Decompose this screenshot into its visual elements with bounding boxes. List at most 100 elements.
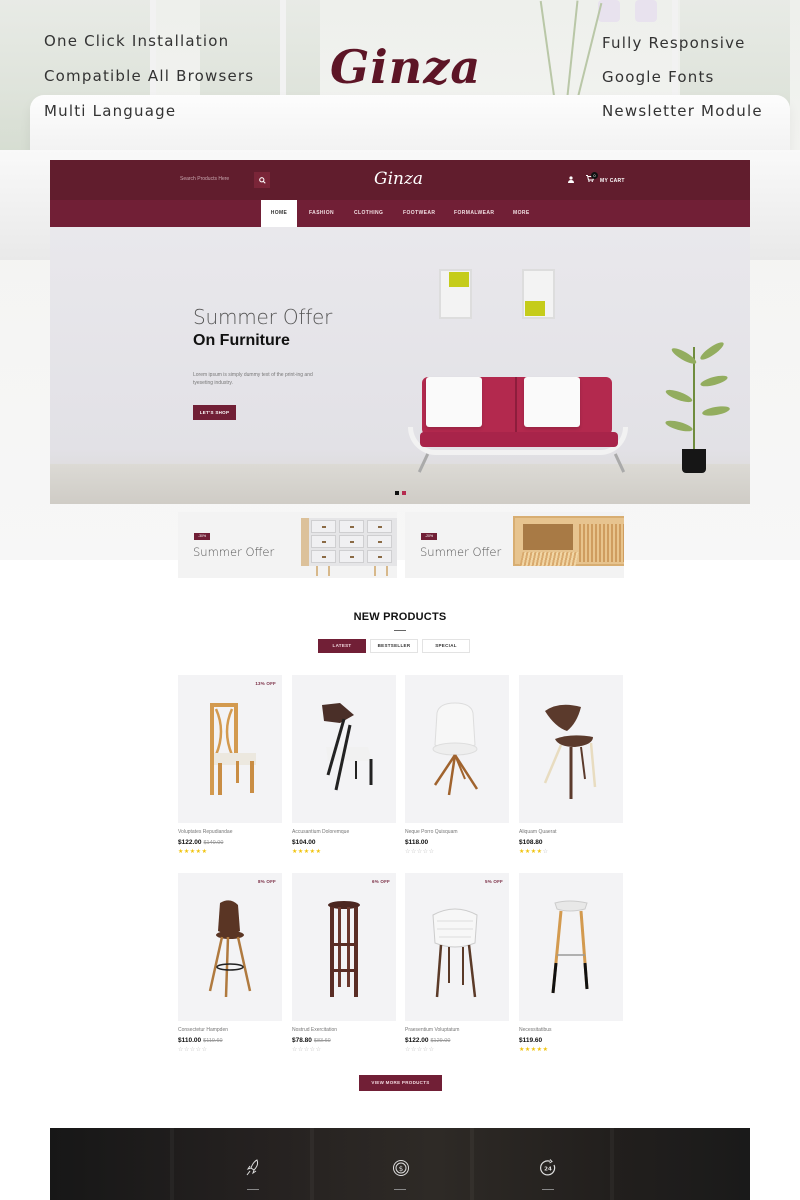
product-card[interactable]: Aliquam Quaerat $108.80 ★★★★☆ xyxy=(519,675,623,856)
product-name[interactable]: Praesentium Voluptatum xyxy=(405,1027,509,1033)
product-card[interactable]: Accusantium Doloremque $104.00 ★★★★★ xyxy=(292,675,396,856)
dresser-leg xyxy=(328,566,330,576)
rating-stars: ★★★★☆ xyxy=(519,848,623,856)
hero-title-light: Summer Offer xyxy=(193,305,333,329)
product-name[interactable]: Neque Porro Quisquam xyxy=(405,829,509,835)
old-price: $140.00 xyxy=(203,840,224,846)
wall-shelf xyxy=(439,269,472,319)
product-name[interactable]: Nostrud Exercitation xyxy=(292,1027,396,1033)
divider xyxy=(247,1189,259,1190)
product-price: $118.00 xyxy=(405,839,509,846)
current-price: $78.80 xyxy=(292,1037,312,1044)
rating-stars: ☆☆☆☆☆ xyxy=(178,1046,282,1054)
lattice-chair-image xyxy=(432,908,478,998)
dresser-leg xyxy=(386,566,388,576)
tab-latest[interactable]: LATEST xyxy=(318,639,366,653)
product-card[interactable]: 6% OFF Nostrud Exercitation $78.80 $83.60… xyxy=(292,873,396,1054)
rating-stars: ★★★★★ xyxy=(292,848,396,856)
current-price: $104.00 xyxy=(292,839,316,846)
star-empty-icon: ☆ xyxy=(542,849,549,855)
old-price: $83.60 xyxy=(313,1038,331,1044)
product-card[interactable]: Necessitatibus $119.60 ★★★★★ xyxy=(519,873,623,1054)
current-price: $119.60 xyxy=(519,1037,543,1044)
hero-slider[interactable]: Summer Offer On Furniture Lorem ipsum is… xyxy=(50,227,750,504)
offer-banner-2[interactable]: -20% Summer Offer xyxy=(405,512,624,578)
product-image[interactable]: 8% OFF xyxy=(178,873,282,1021)
rating-stars: ★★★★★ xyxy=(178,848,282,856)
product-card[interactable]: 13% OFF Voluptates Repudiandae $122.00 $1… xyxy=(178,675,282,856)
star-empty-icon: ☆ xyxy=(428,849,435,855)
view-more-products-button[interactable]: VIEW MORE PRODUCTS xyxy=(359,1075,442,1091)
wooden-chair-image xyxy=(210,703,256,795)
wall-shelf xyxy=(522,269,555,319)
slider-dot-1[interactable] xyxy=(395,491,399,495)
nav-item-formalwear[interactable]: FORMALWEAR xyxy=(454,200,494,227)
bar-chair-image xyxy=(208,900,252,998)
product-price: $122.00 $129.00 xyxy=(405,1037,509,1044)
shell-chair-image xyxy=(432,702,479,796)
product-name[interactable]: Necessitatibus xyxy=(519,1027,623,1033)
feature-left-1: One Click Installation xyxy=(44,32,230,50)
main-nav: HOME FASHION CLOTHING FOOTWEAR FORMALWEA… xyxy=(50,200,750,227)
current-price: $110.00 xyxy=(178,1037,202,1044)
lets-shop-button[interactable]: LET'S SHOP xyxy=(193,405,236,420)
product-image[interactable]: 13% OFF xyxy=(178,675,282,823)
product-name[interactable]: Accusantium Doloremque xyxy=(292,829,396,835)
star-filled-icon: ★ xyxy=(542,1047,549,1053)
tab-special[interactable]: SPECIAL xyxy=(422,639,470,653)
product-card[interactable]: Neque Porro Quisquam $118.00 ☆☆☆☆☆ xyxy=(405,675,509,856)
search-input[interactable]: Search Products Here xyxy=(180,176,229,182)
offer-banners: -30% Summer Offer -20% Summer Offer xyxy=(178,512,624,578)
money-icon: $ xyxy=(391,1158,411,1178)
slider-dot-2[interactable] xyxy=(402,491,406,495)
discount-badge: -30% xyxy=(194,533,210,540)
product-name[interactable]: Aliquam Quaerat xyxy=(519,829,623,835)
current-price: $122.00 xyxy=(405,1037,429,1044)
nav-item-home[interactable]: HOME xyxy=(261,200,297,227)
backdrop-plant xyxy=(565,0,579,111)
nav-item-footwear[interactable]: FOOTWEAR xyxy=(403,200,435,227)
svg-text:$: $ xyxy=(399,1165,403,1173)
discount-label: 5% OFF xyxy=(485,879,503,884)
promo-brand-logo: Ginza xyxy=(330,40,482,94)
star-filled-icon: ★ xyxy=(201,849,208,855)
dresser-leg xyxy=(316,566,318,576)
walnut-chair-image xyxy=(543,704,597,799)
product-card[interactable]: 8% OFF Consectetur Hampden $110.00 $119.6… xyxy=(178,873,282,1054)
product-image[interactable] xyxy=(292,675,396,823)
search-button[interactable] xyxy=(254,172,270,188)
nav-item-fashion[interactable]: FASHION xyxy=(309,200,334,227)
product-tabs: LATEST BESTSELLER SPECIAL xyxy=(318,639,470,653)
product-price: $104.00 xyxy=(292,839,396,846)
divider xyxy=(394,1189,406,1190)
product-name[interactable]: Consectetur Hampden xyxy=(178,1027,282,1033)
modern-chair-image xyxy=(322,703,373,791)
cart-count-badge: 0 xyxy=(591,172,598,179)
banner-title: Summer Offer xyxy=(193,545,275,559)
my-cart-link[interactable]: MY CART xyxy=(600,178,625,184)
high-stool-image xyxy=(551,900,589,994)
product-image[interactable] xyxy=(519,675,623,823)
product-card[interactable]: 5% OFF Praesentium Voluptatum $122.00 $12… xyxy=(405,873,509,1054)
product-image[interactable] xyxy=(405,675,509,823)
user-icon[interactable] xyxy=(568,176,574,183)
nav-item-clothing[interactable]: CLOTHING xyxy=(354,200,383,227)
product-image[interactable]: 6% OFF xyxy=(292,873,396,1021)
backdrop-vase xyxy=(635,0,657,22)
rocket-icon xyxy=(243,1158,263,1178)
new-products-heading: NEW PRODUCTS xyxy=(353,611,447,623)
hero-title-bold: On Furniture xyxy=(193,332,290,349)
product-image[interactable] xyxy=(519,873,623,1021)
site-logo[interactable]: Ginza xyxy=(374,169,423,189)
product-image[interactable]: 5% OFF xyxy=(405,873,509,1021)
product-name[interactable]: Voluptates Repudiandae xyxy=(178,829,282,835)
offer-banner-1[interactable]: -30% Summer Offer xyxy=(178,512,397,578)
current-price: $118.00 xyxy=(405,839,429,846)
site-preview: Search Products Here Ginza 0 MY CART HOM… xyxy=(50,160,750,504)
product-price: $110.00 $119.60 xyxy=(178,1037,282,1044)
wooden-stool-image xyxy=(328,901,360,997)
plant-leaf xyxy=(699,373,729,389)
tab-bestseller[interactable]: BESTSELLER xyxy=(370,639,418,653)
hero-description: Lorem ipsum is simply dummy text of the … xyxy=(193,372,313,386)
nav-item-more[interactable]: MORE xyxy=(513,200,530,227)
